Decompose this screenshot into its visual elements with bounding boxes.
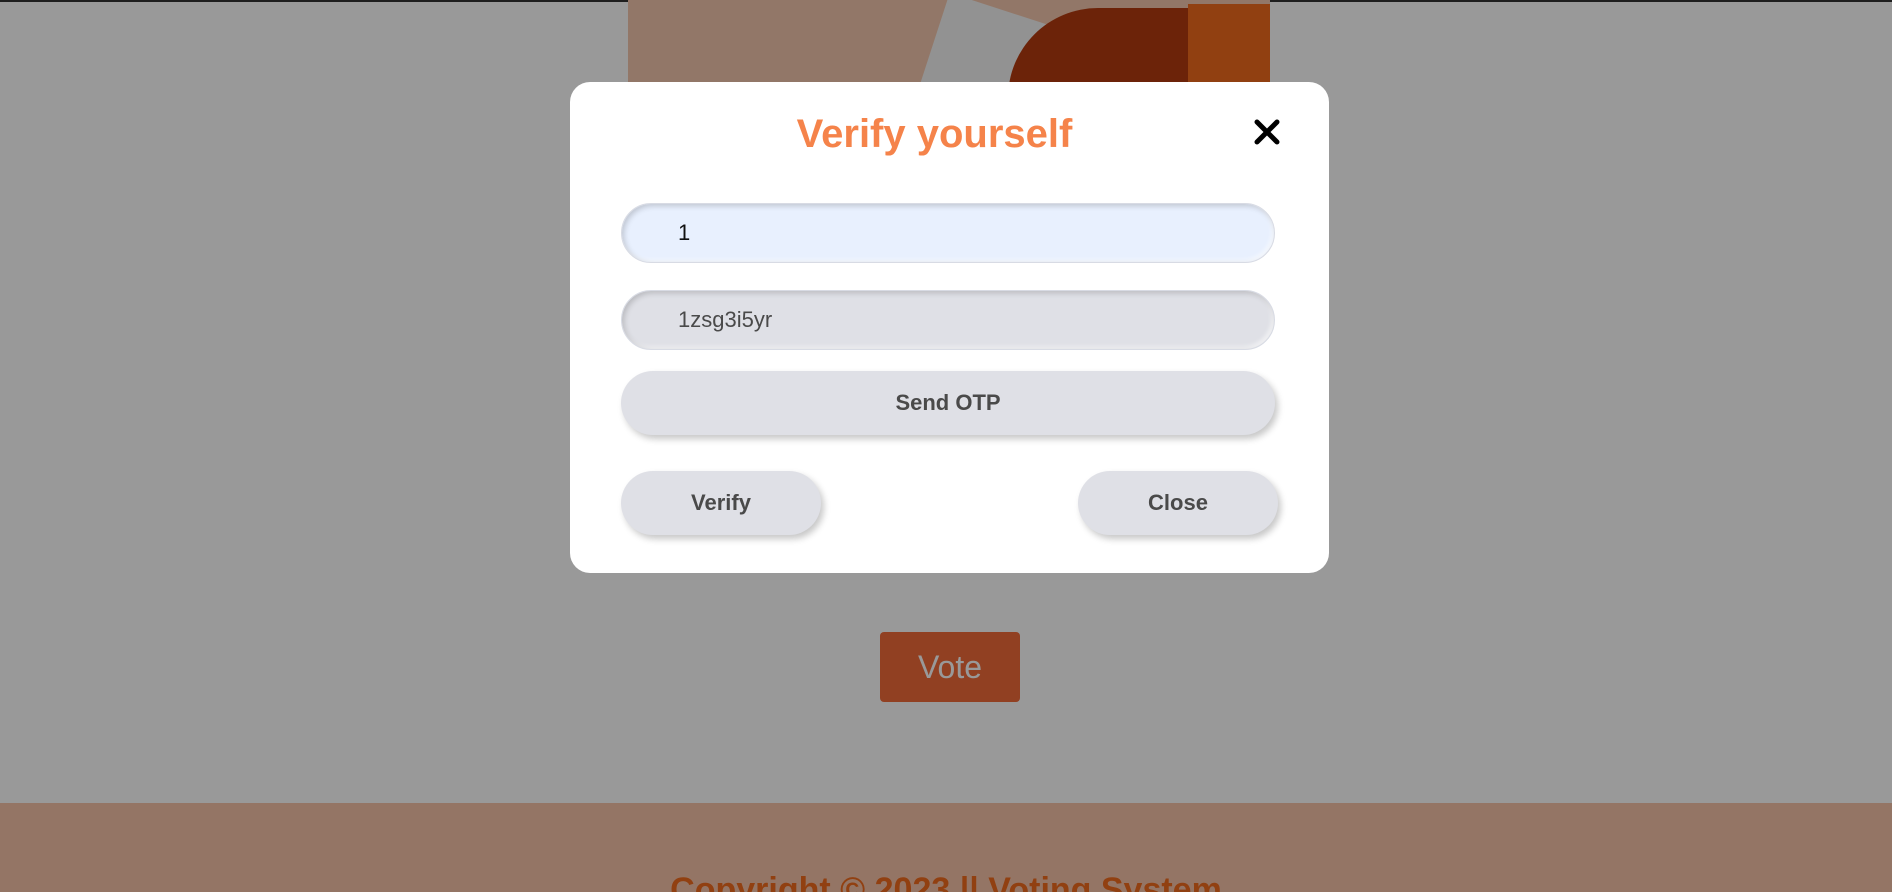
verification-code-field[interactable] — [621, 290, 1275, 350]
close-button[interactable]: Close — [1078, 471, 1278, 535]
close-x-icon — [1254, 119, 1280, 145]
send-otp-button[interactable]: Send OTP — [621, 371, 1275, 435]
modal-close-button[interactable] — [1247, 112, 1287, 152]
voter-id-input[interactable] — [621, 203, 1275, 263]
verify-button[interactable]: Verify — [621, 471, 821, 535]
verify-modal: Verify yourself Send OTP Verify Close — [570, 82, 1329, 573]
modal-title: Verify yourself — [796, 112, 1073, 156]
